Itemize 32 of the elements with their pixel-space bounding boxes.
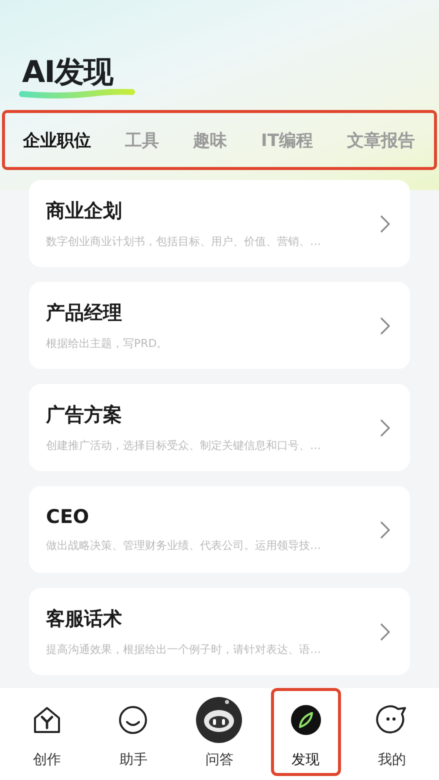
nav-item[interactable]: 创作 bbox=[12, 688, 82, 776]
role-card[interactable]: 广告方案 创建推广活动，选择目标受众、制定关键信息和口号、… bbox=[29, 384, 410, 471]
category-tab[interactable]: 企业职位 bbox=[23, 128, 91, 152]
card-title: 广告方案 bbox=[46, 403, 123, 428]
smile-icon bbox=[118, 705, 148, 735]
card-description: 根据给出主题，写PRD。 bbox=[46, 336, 169, 351]
brush-stroke-icon bbox=[18, 89, 138, 99]
robot-icon bbox=[195, 696, 244, 744]
chevron-right-icon bbox=[380, 316, 390, 334]
card-description: 创建推广活动，选择目标受众、制定关键信息和口号、… bbox=[46, 438, 322, 453]
role-card[interactable]: 产品经理 根据给出主题，写PRD。 bbox=[29, 282, 410, 369]
chevron-right-icon bbox=[380, 214, 390, 232]
card-description: 做出战略决策、管理财务业绩、代表公司。运用领导技… bbox=[46, 538, 322, 553]
chevron-right-icon bbox=[380, 418, 390, 436]
nav-item[interactable]: 问答 bbox=[184, 688, 254, 776]
card-title: 商业企划 bbox=[46, 199, 123, 224]
face-bubble-icon bbox=[376, 705, 408, 735]
house-icon bbox=[32, 705, 62, 735]
nav-item[interactable]: 我的 bbox=[356, 688, 427, 776]
chevron-right-icon bbox=[380, 520, 390, 538]
page-title: AI发现 bbox=[22, 58, 112, 88]
chevron-right-icon bbox=[380, 622, 390, 640]
nav-item[interactable]: 发现 bbox=[270, 688, 341, 776]
role-card[interactable]: CEO 做出战略决策、管理财务业绩、代表公司。运用领导技… bbox=[29, 486, 410, 573]
card-description: 提高沟通效果，根据给出一个例子时，请针对表达、语… bbox=[46, 642, 322, 657]
role-card[interactable]: 客服话术 提高沟通效果，根据给出一个例子时，请针对表达、语… bbox=[29, 588, 410, 675]
card-title: 产品经理 bbox=[46, 301, 123, 326]
card-title: CEO bbox=[46, 506, 90, 528]
nav-item[interactable]: 助手 bbox=[98, 688, 168, 776]
card-description: 数字创业商业计划书，包括目标、用户、价值、营销、… bbox=[46, 234, 322, 249]
role-card[interactable]: 商业企划 数字创业商业计划书，包括目标、用户、价值、营销、… bbox=[29, 180, 410, 267]
card-title: 客服话术 bbox=[46, 607, 123, 632]
